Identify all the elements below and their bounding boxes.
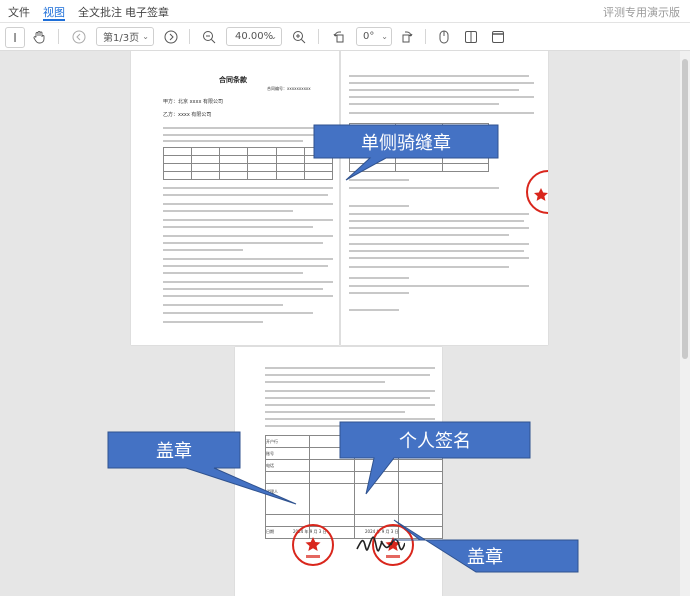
callout-layer bbox=[107, 124, 579, 573]
callout-seal-left: 盖章 bbox=[156, 441, 192, 462]
callout-seam-seal: 单侧骑缝章 bbox=[361, 132, 451, 154]
callout-personal-sign: 个人签名 bbox=[399, 431, 471, 452]
callout-seal-right: 盖章 bbox=[467, 547, 503, 568]
